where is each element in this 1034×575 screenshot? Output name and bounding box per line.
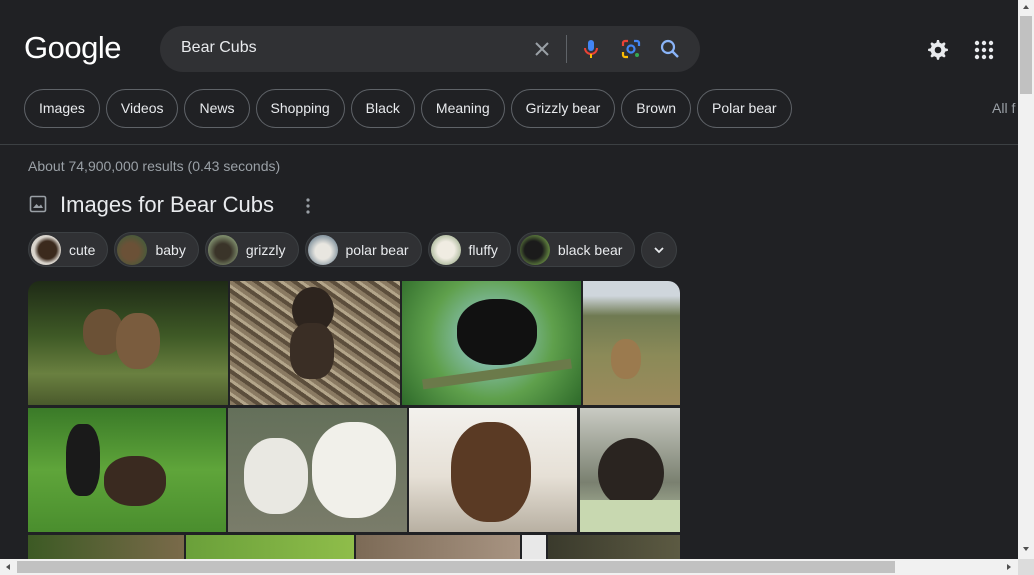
- image-result[interactable]: [548, 535, 680, 559]
- chip-thumbnail: [207, 234, 238, 265]
- image-result[interactable]: [522, 535, 546, 559]
- refine-chip-label: baby: [155, 241, 186, 258]
- all-filters-button[interactable]: All f: [992, 100, 1015, 116]
- blanket-shape: [580, 500, 680, 532]
- filter-chip-grizzly-bear[interactable]: Grizzly bear: [510, 89, 616, 128]
- filter-chip-meaning[interactable]: Meaning: [420, 89, 505, 128]
- header-divider: [0, 144, 1018, 145]
- lens-icon[interactable]: [619, 37, 643, 61]
- search-divider: [566, 35, 567, 63]
- image-result[interactable]: [186, 535, 354, 559]
- image-refinement-chips: cute baby grizzly polar bear fluffy blac…: [28, 232, 678, 268]
- bear-cub-shape: [290, 323, 334, 379]
- image-result[interactable]: [28, 281, 228, 405]
- refine-chip-label: grizzly: [245, 241, 286, 258]
- results-stats: About 74,900,000 results (0.43 seconds): [28, 158, 281, 174]
- image-icon: [29, 195, 47, 213]
- refine-chip-label: black bear: [557, 241, 623, 258]
- refine-chip-label: fluffy: [468, 241, 498, 258]
- filter-chip-polar-bear[interactable]: Polar bear: [696, 89, 792, 128]
- more-refinements-button[interactable]: [641, 232, 678, 268]
- refine-chip-fluffy[interactable]: fluffy: [427, 232, 511, 267]
- filter-chip-images[interactable]: Images: [24, 89, 100, 128]
- chevron-down-icon: [654, 247, 665, 254]
- scroll-down-arrow-icon[interactable]: [1021, 544, 1031, 554]
- refine-chip-label: cute: [69, 241, 96, 258]
- filter-chip-brown[interactable]: Brown: [621, 89, 691, 128]
- chip-thumbnail: [117, 234, 148, 265]
- image-result[interactable]: [409, 408, 577, 532]
- more-options-icon[interactable]: [300, 196, 316, 216]
- google-logo[interactable]: Google: [24, 30, 121, 66]
- mic-icon[interactable]: [579, 37, 603, 61]
- search-input[interactable]: Bear Cubs: [181, 39, 257, 57]
- settings-gear-icon[interactable]: [926, 38, 950, 62]
- bear-cub-shape: [116, 313, 160, 369]
- refine-chip-black-bear[interactable]: black bear: [516, 232, 636, 267]
- close-icon[interactable]: [530, 37, 554, 61]
- horizontal-scroll-thumb[interactable]: [17, 561, 895, 573]
- bear-cub-shape: [457, 299, 537, 365]
- vertical-scroll-thumb[interactable]: [1020, 16, 1032, 94]
- refine-chip-baby[interactable]: baby: [114, 232, 199, 267]
- chip-thumbnail: [31, 234, 61, 265]
- chip-thumbnail: [519, 234, 550, 265]
- chip-thumbnail: [430, 234, 461, 265]
- image-result[interactable]: [228, 408, 407, 532]
- polar-cub-shape: [244, 438, 308, 514]
- refine-chip-label: polar bear: [345, 241, 409, 258]
- scroll-left-arrow-icon[interactable]: [3, 562, 13, 572]
- scroll-up-arrow-icon[interactable]: [1021, 2, 1031, 12]
- apps-grid-icon[interactable]: [972, 38, 996, 62]
- filter-chip-black[interactable]: Black: [350, 89, 415, 128]
- image-result[interactable]: [402, 281, 581, 405]
- refine-chip-grizzly[interactable]: grizzly: [204, 232, 299, 267]
- image-result[interactable]: [356, 535, 520, 559]
- filter-chips: Images Videos News Shopping Black Meanin…: [24, 89, 798, 129]
- filter-chip-news[interactable]: News: [184, 89, 250, 128]
- images-section-title[interactable]: Images for Bear Cubs: [60, 192, 274, 218]
- search-icon[interactable]: [658, 37, 682, 61]
- image-result[interactable]: [580, 408, 680, 532]
- refine-chip-cute[interactable]: cute: [28, 232, 109, 267]
- chip-thumbnail: [307, 234, 338, 265]
- filter-chip-shopping[interactable]: Shopping: [255, 89, 345, 128]
- bear-cub-shape: [598, 438, 664, 508]
- bear-cub-shape: [451, 422, 531, 522]
- search-box[interactable]: Bear Cubs: [160, 26, 700, 72]
- image-result[interactable]: [230, 281, 400, 405]
- image-results-grid: [28, 281, 680, 559]
- polar-cub-shape: [312, 422, 396, 518]
- filter-chip-videos[interactable]: Videos: [105, 89, 179, 128]
- scroll-right-arrow-icon[interactable]: [1004, 562, 1014, 572]
- image-result[interactable]: [28, 535, 184, 559]
- bear-cub-shape: [104, 456, 166, 506]
- scrollbar-corner: [1018, 559, 1034, 575]
- bear-cub-shape: [66, 424, 100, 496]
- refine-chip-polar-bear[interactable]: polar bear: [304, 232, 422, 267]
- image-result[interactable]: [28, 408, 226, 532]
- bear-shape: [611, 339, 641, 379]
- image-result[interactable]: [583, 281, 680, 405]
